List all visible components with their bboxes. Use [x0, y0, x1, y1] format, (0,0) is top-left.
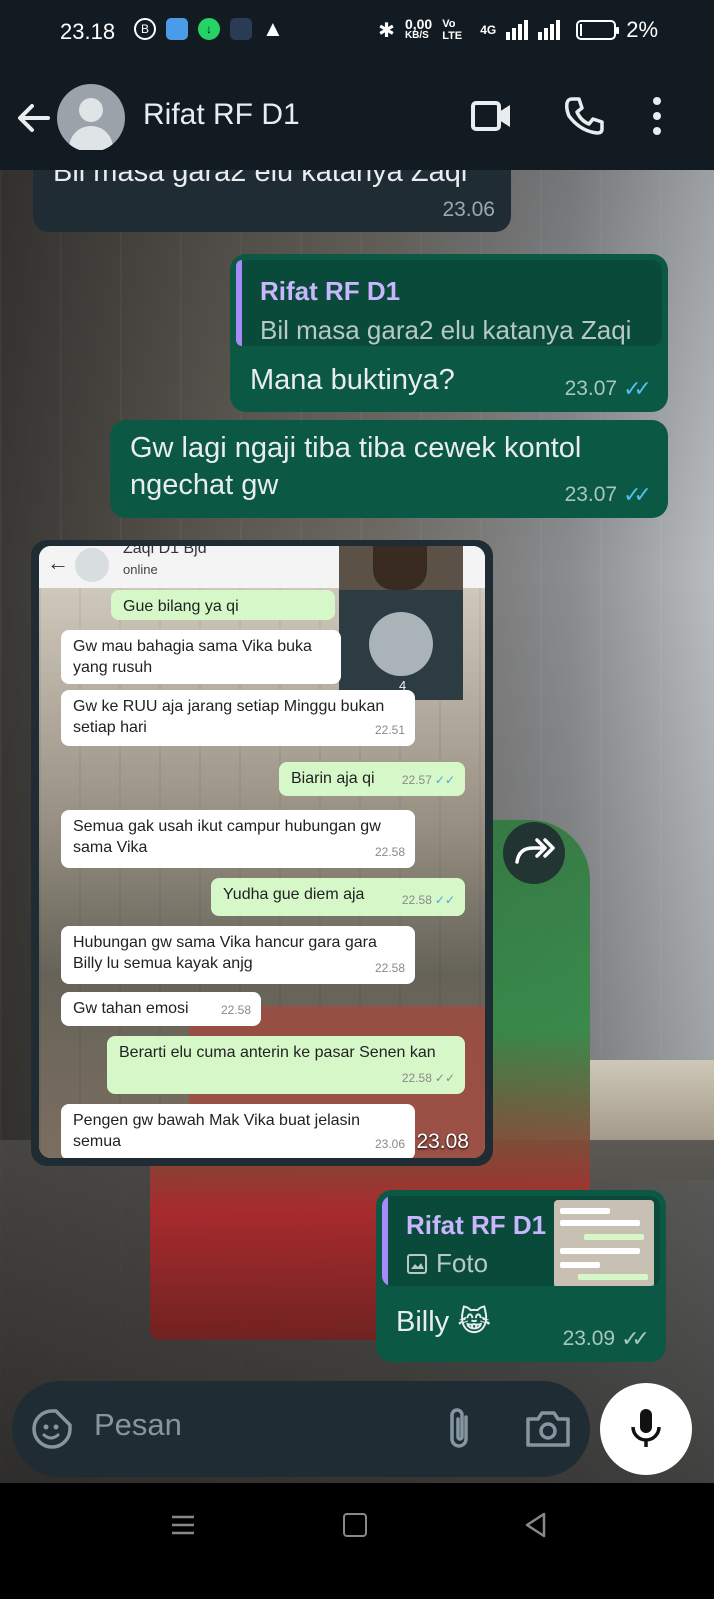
message-input[interactable]: Pesan	[94, 1407, 182, 1443]
quote-thumbnail	[554, 1200, 654, 1286]
phone-call-icon[interactable]	[562, 94, 606, 138]
message-text: Gw lagi ngaji tiba tiba cewek kontol nge…	[130, 432, 582, 501]
message-text: Mana buktinya?	[250, 364, 455, 396]
bluetooth-icon: ✱	[378, 19, 395, 42]
mail-icon	[230, 18, 252, 40]
message-text: Billy 😹	[396, 1306, 492, 1338]
screenshot-back-icon: ←	[47, 550, 69, 575]
avatar[interactable]	[57, 84, 125, 152]
quote-text: Bil masa gara2 elu katanya Zaqi	[260, 315, 632, 345]
outgoing-message[interactable]: Gw lagi ngaji tiba tiba cewek kontol nge…	[110, 420, 668, 518]
emoji-sticker-icon[interactable]	[30, 1407, 74, 1451]
quote-photo-label: Foto	[406, 1248, 488, 1279]
screenshot-status: online	[123, 562, 158, 577]
voice-record-button[interactable]	[600, 1383, 692, 1475]
volte-label: Vo LTE	[442, 18, 463, 42]
message-time: 23.07	[564, 377, 618, 400]
contact-name[interactable]: Rifat RF D1	[143, 98, 300, 132]
quote-author: Rifat RF D1	[260, 276, 401, 306]
screenshot-bubble: Yudha gue diem aja 22.58 ✓✓	[211, 878, 465, 916]
b-icon: B	[134, 18, 156, 40]
camera-icon[interactable]	[524, 1407, 572, 1451]
download-icon: ↓	[198, 18, 220, 40]
screenshot-bubble: Gw mau bahagia sama Vika buka yang rusuh	[61, 630, 341, 684]
weather-icon	[166, 18, 188, 40]
screenshot-contact: Zaqi D1 Bjd	[123, 546, 207, 557]
net-speed: 0,00	[404, 16, 433, 32]
signal-icon	[506, 20, 561, 40]
photo-icon	[407, 1253, 427, 1274]
screenshot-bubble: Pengen gw bawah Mak Vika buat jelasin se…	[61, 1104, 415, 1158]
recent-apps-icon[interactable]	[170, 1513, 196, 1537]
participant-avatar-icon	[369, 612, 433, 676]
screenshot-bubble: Semua gak usah ikut campur hubungan gw s…	[61, 810, 415, 868]
forward-icon	[515, 838, 555, 864]
screenshot-image[interactable]: ← Zaqi D1 Bjd online 4 Gue bilang ya qi …	[39, 546, 485, 1158]
message-input-bar[interactable]: Pesan	[12, 1381, 590, 1477]
microphone-icon	[631, 1409, 661, 1447]
status-time: 23.18	[60, 19, 116, 44]
screenshot-bubble: Gue bilang ya qi	[111, 590, 335, 620]
screenshot-video-overlay: 4	[339, 546, 463, 700]
screenshot-bubble: Biarin aja qi 22.57 ✓✓	[279, 762, 465, 796]
battery-percent: 2%	[626, 17, 658, 42]
screenshot-avatar	[75, 548, 109, 582]
battery-icon	[576, 20, 620, 40]
screenshot-bubble: Gw ke RUU aja jarang setiap Minggu bukan…	[61, 690, 415, 746]
outgoing-message[interactable]: Rifat RF D1 Bil masa gara2 elu katanya Z…	[230, 254, 668, 412]
screenshot-bubble: Hubungan gw sama Vika hancur gara gara B…	[61, 926, 415, 984]
outgoing-message[interactable]: Rifat RF D1 Foto Billy 😹 23.09 ✓✓	[376, 1190, 666, 1362]
read-ticks-icon: ✓✓	[623, 482, 652, 507]
screenshot-bubble: Berarti elu cuma anterin ke pasar Senen …	[107, 1036, 465, 1094]
home-icon[interactable]	[343, 1513, 367, 1537]
quoted-message[interactable]: Rifat RF D1 Foto	[382, 1196, 660, 1286]
system-nav-bar	[0, 1483, 714, 1599]
quoted-message[interactable]: Rifat RF D1 Bil masa gara2 elu katanya Z…	[236, 260, 662, 346]
more-menu-icon[interactable]	[650, 94, 694, 138]
forward-button[interactable]	[503, 822, 565, 884]
read-ticks-icon: ✓✓	[623, 376, 652, 401]
message-time: 23.07	[564, 483, 618, 506]
quote-author: Rifat RF D1	[406, 1210, 547, 1240]
network-type: 4G	[480, 23, 497, 37]
video-call-icon[interactable]	[470, 94, 514, 138]
screenshot-bubble: Gw tahan emosi 22.58	[61, 992, 261, 1026]
status-bar: 23.18 B ↓ ▲ ✱ 0,00 KB/S Vo LTE 4G 2%	[0, 0, 714, 64]
back-arrow-icon[interactable]	[14, 98, 54, 138]
header-shadow	[0, 150, 714, 170]
delivered-ticks-icon: ✓✓	[621, 1326, 650, 1351]
message-time: 23.06	[442, 198, 495, 221]
warning-icon: ▲	[262, 16, 284, 41]
attach-icon[interactable]	[440, 1405, 480, 1453]
net-unit: KB/S	[404, 30, 429, 41]
message-time: 23.08	[416, 1130, 469, 1153]
nav-back-icon[interactable]	[522, 1511, 550, 1539]
image-message[interactable]: ← Zaqi D1 Bjd online 4 Gue bilang ya qi …	[31, 540, 493, 1166]
message-time: 23.09	[562, 1327, 616, 1350]
